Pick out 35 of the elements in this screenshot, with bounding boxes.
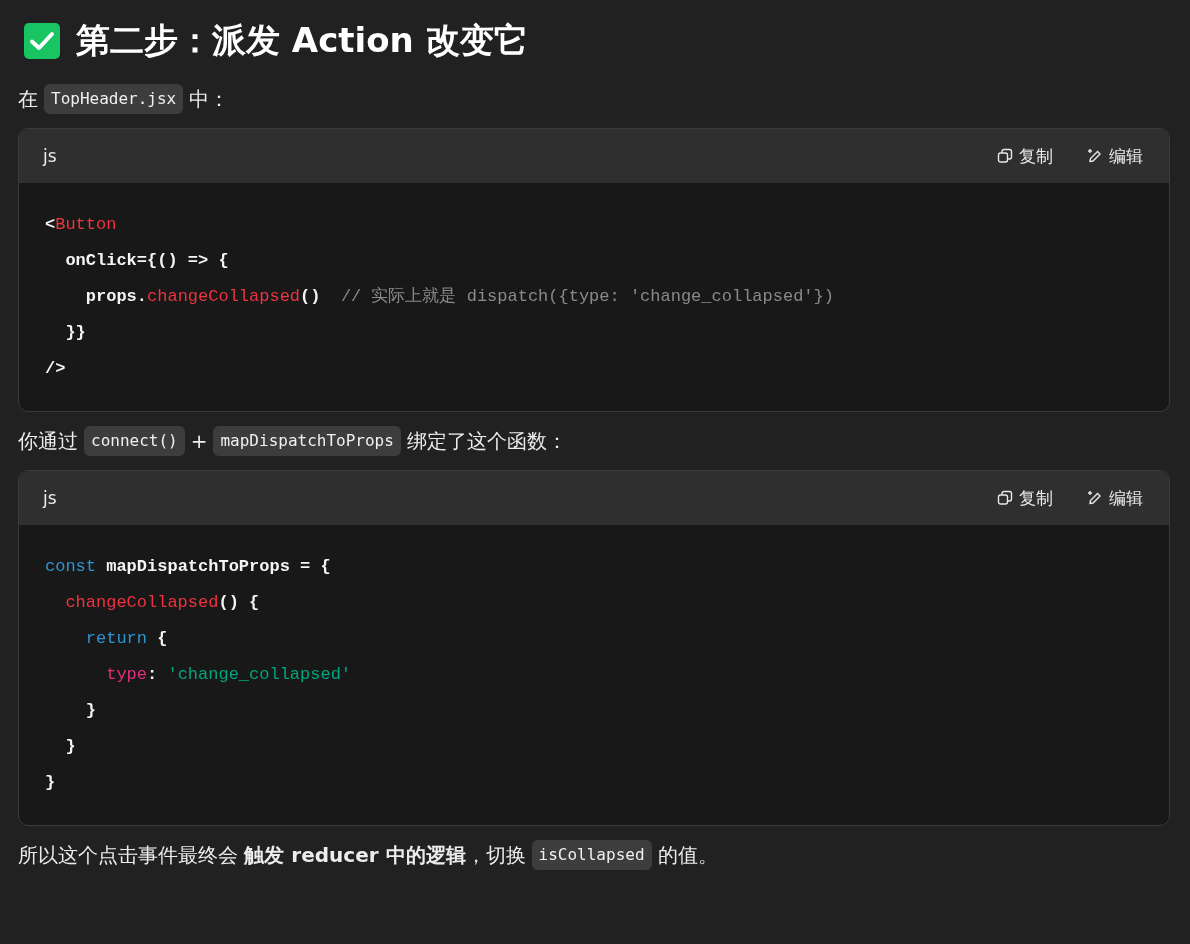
pencil-sparkle-icon (1087, 148, 1103, 164)
code-line: type: 'change_collapsed' (105, 664, 353, 686)
paragraph-text: + (190, 428, 208, 455)
code-line: const mapDispatchToProps = { (45, 556, 332, 578)
inline-code: connect() (84, 426, 185, 456)
code-line: } (84, 700, 97, 722)
code-line: /> (45, 358, 67, 380)
inline-code: isCollapsed (531, 840, 652, 870)
checkmark-icon (24, 23, 60, 59)
code-line: }} (64, 322, 87, 344)
code-line: <Button (45, 214, 118, 236)
copy-button[interactable]: 复制 (995, 140, 1055, 172)
copy-icon (997, 490, 1013, 506)
paragraph-text: 中： (189, 86, 230, 113)
paragraph-text: 在 (18, 86, 38, 113)
paragraph-text: 所以这个点击事件最终会 触发 reducer 中的逻辑，切换 (18, 842, 526, 869)
code-line: } (64, 736, 77, 758)
pencil-sparkle-icon (1087, 490, 1103, 506)
inline-code: mapDispatchToProps (213, 426, 401, 456)
language-label: js (43, 146, 57, 166)
edit-button[interactable]: 编辑 (1085, 140, 1145, 172)
language-label: js (43, 488, 57, 508)
paragraph-text: 你通过 (18, 428, 78, 455)
paragraph-text: 绑定了这个函数： (406, 428, 567, 455)
code-line: return { (84, 628, 169, 650)
code-line: changeCollapsed() { (64, 592, 261, 614)
paragraph-text: 的值。 (657, 842, 718, 869)
section-heading: 第二步：派发 Action 改变它 (76, 19, 528, 62)
code-line: props.changeCollapsed() // 实际上就是 dispatch({type: 'change_collapsed'}) (84, 286, 835, 308)
edit-button[interactable]: 编辑 (1085, 482, 1145, 514)
copy-button[interactable]: 复制 (995, 482, 1055, 514)
code-line: onClick={() => { (64, 250, 230, 272)
copy-icon (997, 148, 1013, 164)
inline-code: TopHeader.jsx (44, 84, 184, 114)
code-line: } (45, 772, 57, 794)
